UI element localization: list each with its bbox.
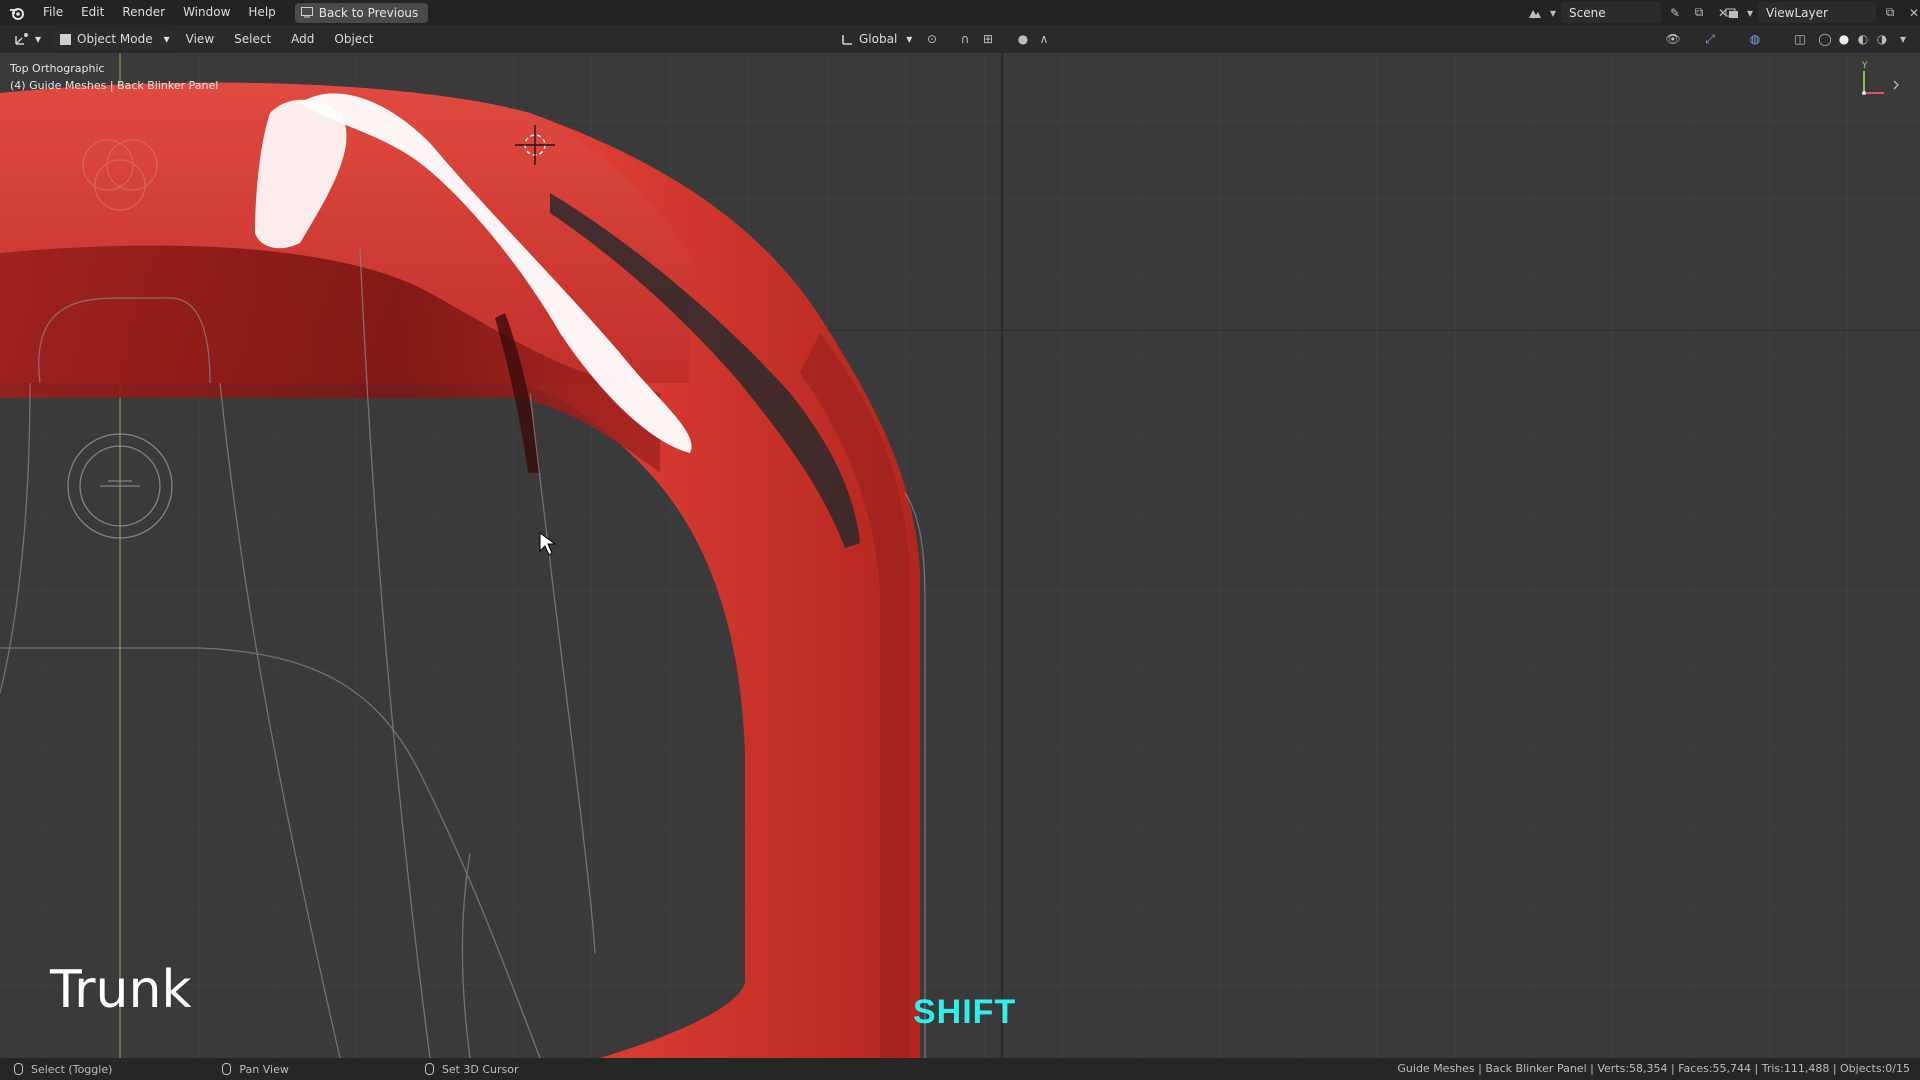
object-mode-icon — [60, 33, 72, 45]
menu-select[interactable]: Select — [224, 25, 281, 53]
falloff-curve-icon[interactable]: ∧ — [1034, 29, 1054, 49]
hint-cursor: Set 3D Cursor — [424, 1062, 519, 1076]
new-view-layer-icon[interactable]: ⧉ — [1880, 3, 1900, 23]
overlays-icon[interactable]: ◍ — [1745, 29, 1765, 49]
menu-help[interactable]: Help — [239, 0, 284, 25]
new-scene-icon[interactable]: ⧉ — [1689, 3, 1709, 23]
viewport-canvas: Y — [0, 53, 1920, 1058]
menu-add[interactable]: Add — [281, 25, 324, 53]
top-bar: File Edit Render Window Help Back to Pre… — [0, 0, 1920, 25]
chevron-down-icon: ▾ — [35, 32, 42, 46]
caption-trunk: Trunk — [50, 960, 192, 1020]
view-layer-name: ViewLayer — [1766, 5, 1828, 20]
collection-info: (4) Guide Meshes | Back Blinker Panel — [10, 79, 219, 92]
proportional-edit-icon[interactable]: ● — [1013, 29, 1033, 49]
transform-orientation-dropdown[interactable]: Global ▾ — [835, 29, 918, 49]
hint-select-label: Select (Toggle) — [31, 1062, 113, 1076]
scene-statistics: Guide Meshes | Back Blinker Panel | Vert… — [1397, 1062, 1910, 1075]
gizmo-icon[interactable]: ⤢ — [1700, 29, 1720, 49]
main-menu: File Edit Render Window Help — [34, 0, 285, 25]
menu-object[interactable]: Object — [324, 25, 383, 53]
pin-icon[interactable]: ✎ — [1665, 3, 1685, 23]
xray-toggle-icon[interactable]: ◫ — [1790, 29, 1810, 49]
status-bar: Select (Toggle) Pan View Set 3D Cursor G… — [0, 1058, 1920, 1080]
gizmo-y-label: Y — [1861, 61, 1868, 71]
hint-select: Select (Toggle) — [14, 1063, 112, 1076]
menu-edit[interactable]: Edit — [72, 0, 113, 25]
solid-shading-icon[interactable]: ● — [1834, 29, 1854, 49]
hint-pan: Pan View — [222, 1062, 289, 1076]
menu-file[interactable]: File — [34, 0, 72, 25]
view-name: Top Orthographic — [10, 62, 105, 75]
view-layer-icon[interactable] — [1722, 3, 1742, 23]
scene-name: Scene — [1569, 5, 1606, 20]
back-to-previous-label: Back to Previous — [318, 5, 419, 20]
viewport-header: ▾ Object Mode ▾ View Select Add Object G… — [0, 25, 1920, 53]
orientation-label: Global — [859, 32, 898, 46]
chevron-down-icon[interactable]: ▾ — [1893, 29, 1913, 49]
screen-icon — [300, 7, 313, 18]
snap-magnet-icon[interactable]: ∩ — [955, 29, 975, 49]
back-to-previous-button[interactable]: Back to Previous — [294, 2, 429, 23]
mode-label: Object Mode — [77, 32, 153, 46]
material-shading-icon[interactable]: ◐ — [1853, 29, 1873, 49]
view-layer-field[interactable]: ViewLayer — [1758, 2, 1876, 23]
chevron-down-icon[interactable]: ▾ — [1549, 3, 1557, 23]
mouse-middle-icon — [222, 1063, 232, 1075]
rendered-shading-icon[interactable]: ◑ — [1872, 29, 1892, 49]
scene-selector: ▾ Scene ✎ ⧉ ✕ — [1525, 2, 1733, 23]
scene-icon[interactable] — [1525, 3, 1545, 23]
menu-view[interactable]: View — [176, 25, 224, 53]
mouse-left-icon — [14, 1063, 23, 1075]
visibility-eye-icon[interactable]: 👁 — [1663, 29, 1683, 49]
pivot-point-icon[interactable]: ⊙ — [922, 29, 942, 49]
3d-viewport[interactable]: Y Top Orthographic (4) Guide Meshes | Ba… — [0, 53, 1920, 1058]
menu-window[interactable]: Window — [174, 0, 239, 25]
blender-logo-icon[interactable] — [0, 0, 34, 25]
3d-viewport-icon — [15, 33, 28, 45]
close-icon[interactable]: ✕ — [1904, 3, 1920, 23]
chevron-down-icon: ▾ — [163, 32, 170, 46]
key-caption-shift: SHIFT — [913, 993, 1017, 1031]
hint-pan-label: Pan View — [239, 1062, 289, 1076]
wireframe-shading-icon[interactable]: ◯ — [1815, 29, 1835, 49]
editor-type-dropdown[interactable]: ▾ — [8, 29, 47, 49]
snap-target-icon[interactable]: ⊞ — [978, 29, 998, 49]
mouse-right-icon — [424, 1063, 434, 1075]
mode-dropdown[interactable]: Object Mode ▾ — [53, 29, 176, 49]
hint-cursor-label: Set 3D Cursor — [441, 1062, 519, 1076]
view-layer-selector: ▾ ViewLayer ⧉ ✕ — [1722, 2, 1920, 23]
scene-name-field[interactable]: Scene — [1561, 2, 1661, 23]
chevron-down-icon: ▾ — [906, 32, 913, 46]
orientation-axis-icon — [842, 34, 852, 45]
menu-render[interactable]: Render — [113, 0, 174, 25]
chevron-down-icon[interactable]: ▾ — [1746, 3, 1754, 23]
